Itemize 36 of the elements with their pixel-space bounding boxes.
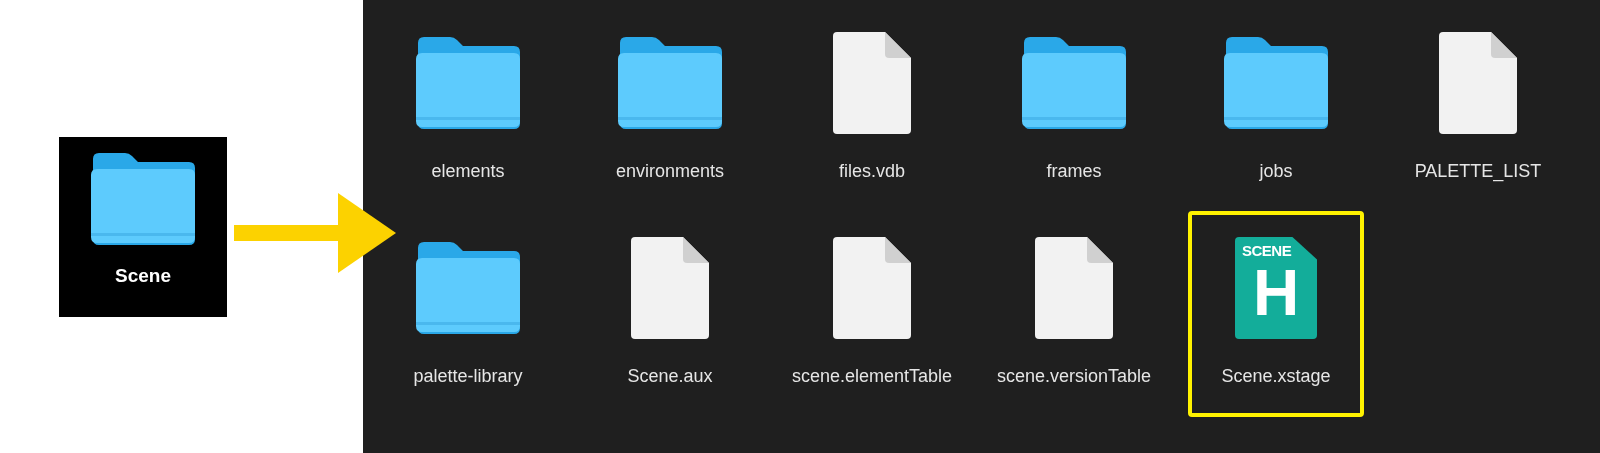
file-item[interactable]: scene.versionTable (986, 229, 1162, 429)
document-icon (833, 237, 911, 339)
file-item[interactable]: scene.elementTable (784, 229, 960, 429)
file-name: scene.elementTable (790, 365, 954, 388)
file-item[interactable]: frames (986, 24, 1162, 224)
file-item[interactable]: environments (582, 24, 758, 224)
folder-icon (414, 37, 522, 129)
file-name: elements (430, 160, 506, 183)
file-item[interactable]: PALETTE_LIST (1390, 24, 1566, 224)
folder-icon (89, 152, 197, 245)
file-item[interactable]: SCENE H Scene.xstage (1188, 211, 1364, 417)
document-icon (1035, 237, 1113, 339)
folder-icon (1020, 37, 1128, 129)
file-name: files.vdb (837, 160, 906, 183)
folder-icon (414, 242, 522, 334)
file-name: Scene.aux (626, 365, 714, 388)
arrow-icon (234, 193, 396, 273)
folder-icon (616, 37, 724, 129)
file-name: Scene.xstage (1220, 365, 1332, 388)
document-icon (1439, 32, 1517, 134)
scene-file-icon: SCENE H (1235, 237, 1317, 339)
folder-icon (1222, 37, 1330, 129)
file-item[interactable]: palette-library (380, 229, 556, 429)
file-item[interactable]: files.vdb (784, 24, 960, 224)
file-name: PALETTE_LIST (1413, 160, 1543, 184)
document-icon (631, 237, 709, 339)
file-name: jobs (1258, 160, 1294, 183)
file-name: scene.versionTable (995, 365, 1153, 388)
file-name: environments (614, 160, 726, 183)
file-name: palette-library (412, 365, 524, 388)
file-item[interactable]: Scene.aux (582, 229, 758, 429)
document-icon (833, 32, 911, 134)
file-name: frames (1045, 160, 1103, 183)
folder-label: Scene (115, 264, 171, 287)
folder-tile[interactable]: Scene (59, 136, 227, 317)
file-item[interactable]: elements (380, 24, 556, 224)
